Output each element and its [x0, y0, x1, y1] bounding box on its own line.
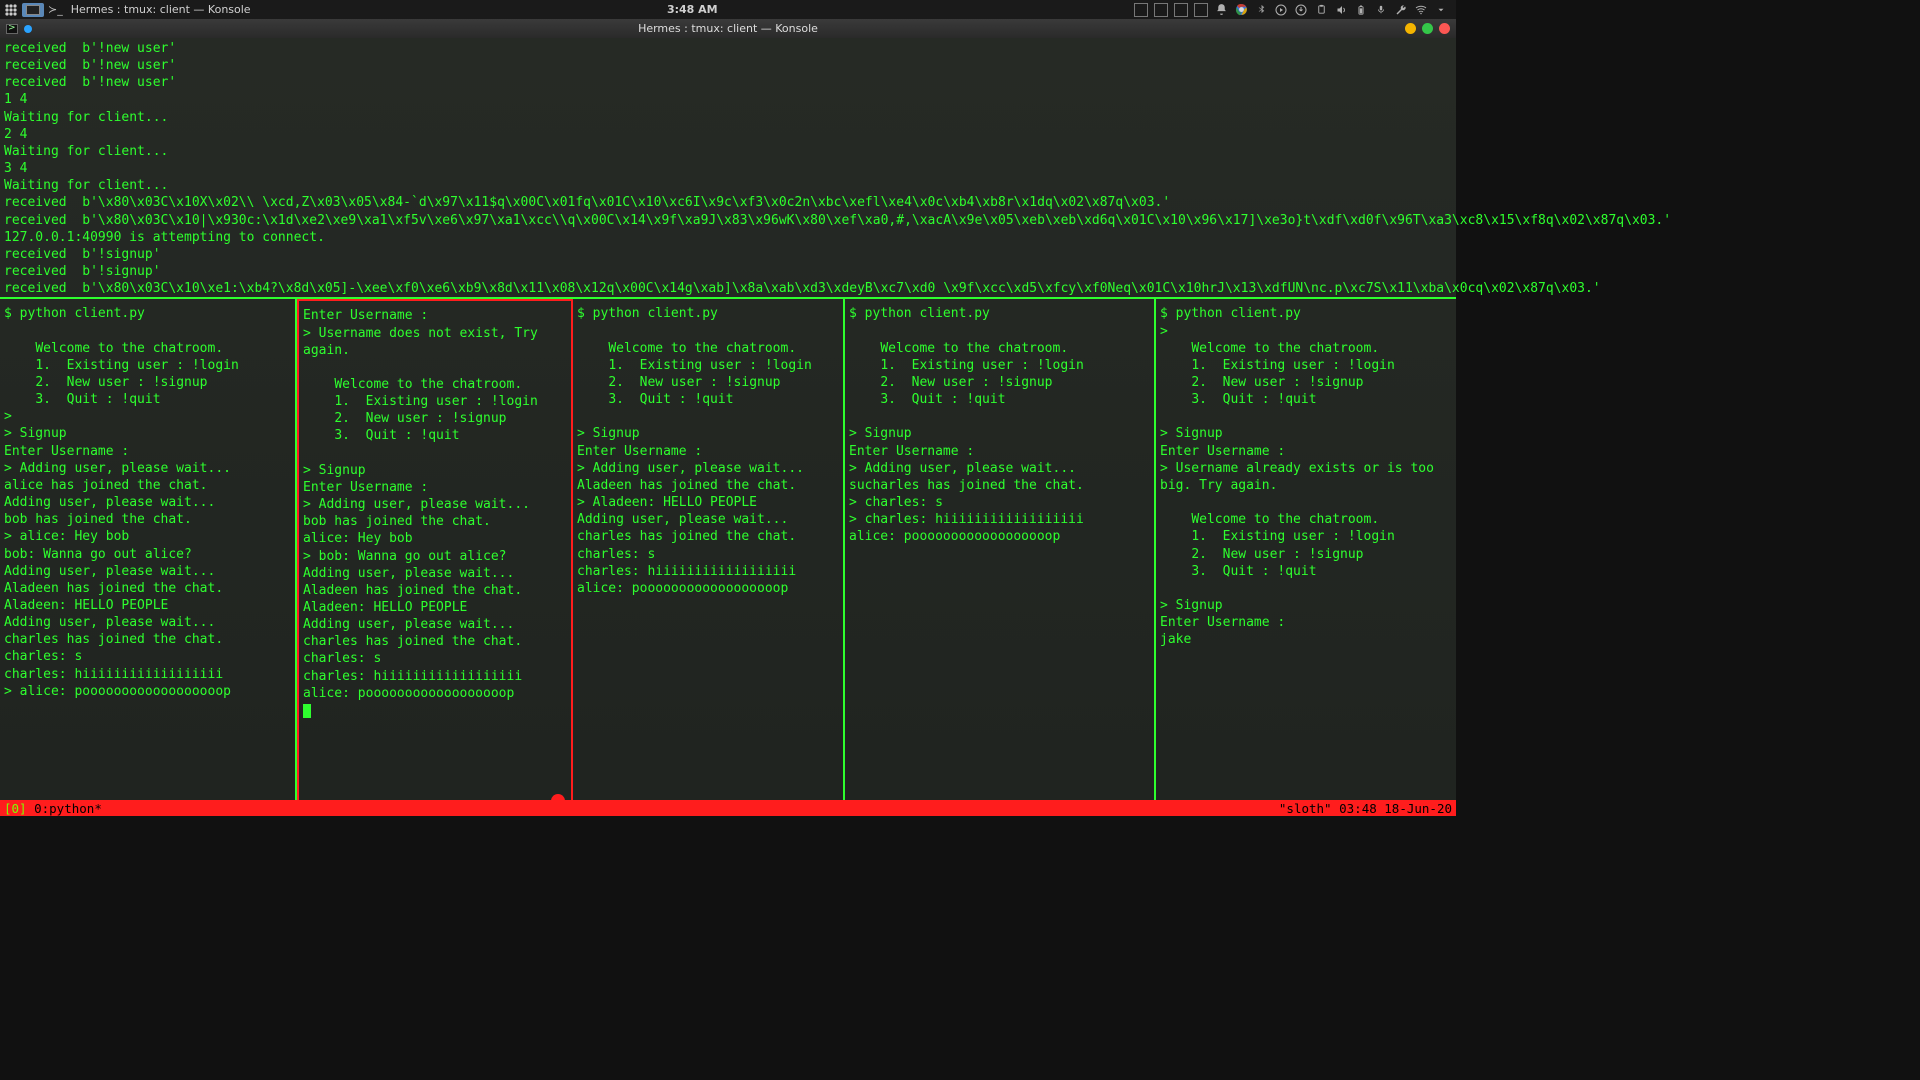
volume-icon[interactable]	[1334, 3, 1348, 17]
tmux-pane-3[interactable]: $ python client.py Welcome to the chatro…	[573, 299, 845, 800]
tmux-pane-4[interactable]: $ python client.py Welcome to the chatro…	[845, 299, 1156, 800]
wifi-icon[interactable]	[1414, 3, 1428, 17]
new-tab-icon[interactable]	[24, 25, 32, 33]
pane-2-content: Enter Username : > Username does not exi…	[303, 308, 546, 700]
chrome-icon[interactable]	[1234, 3, 1248, 17]
taskbar-konsole-icon[interactable]	[22, 3, 44, 17]
tmux-pane-5[interactable]: $ python client.py > Welcome to the chat…	[1156, 299, 1456, 800]
apps-menu-icon[interactable]	[4, 3, 18, 17]
window-title: Hermes : tmux: client — Konsole	[0, 22, 1456, 35]
terminal[interactable]: received b'!new user' received b'!new us…	[0, 38, 1456, 800]
close-button[interactable]	[1439, 23, 1450, 34]
tmux-status-right: "sloth" 03:48 18-Jun-20	[1279, 801, 1452, 816]
konsole-app-icon	[6, 24, 18, 34]
notification-bell-icon[interactable]	[1214, 3, 1228, 17]
workspace-indicator-icon[interactable]	[1174, 3, 1188, 17]
window-titlebar[interactable]: Hermes : tmux: client — Konsole	[0, 19, 1456, 38]
system-clock[interactable]: 3:48 AM	[251, 3, 1134, 16]
system-top-bar: ≻_ Hermes : tmux: client — Konsole 3:48 …	[0, 0, 1456, 19]
cursor-icon	[303, 704, 311, 718]
tmux-pane-2-active[interactable]: Enter Username : > Username does not exi…	[297, 299, 573, 800]
tmux-pane-row: $ python client.py Welcome to the chatro…	[0, 299, 1456, 800]
bluetooth-icon[interactable]	[1254, 3, 1268, 17]
battery-icon[interactable]	[1354, 3, 1368, 17]
maximize-button[interactable]	[1422, 23, 1433, 34]
pane-4-content: $ python client.py Welcome to the chatro…	[849, 306, 1084, 544]
minimize-button[interactable]	[1405, 23, 1416, 34]
workspace-indicator-icon[interactable]	[1154, 3, 1168, 17]
tmux-pane-1[interactable]: $ python client.py Welcome to the chatro…	[0, 299, 297, 800]
workspace-indicator-icon[interactable]	[1134, 3, 1148, 17]
wrench-icon[interactable]	[1394, 3, 1408, 17]
pane-1-content: $ python client.py Welcome to the chatro…	[4, 306, 239, 698]
download-icon[interactable]	[1294, 3, 1308, 17]
server-output-pane[interactable]: received b'!new user' received b'!new us…	[0, 38, 1456, 297]
taskbar-window-title[interactable]: Hermes : tmux: client — Konsole	[71, 3, 251, 16]
window-controls	[1405, 23, 1450, 34]
tmux-session-name: [0]	[4, 801, 34, 816]
workspace-indicator-icon[interactable]	[1194, 3, 1208, 17]
mouse-cursor-icon	[551, 794, 565, 800]
chevron-down-icon[interactable]	[1434, 3, 1448, 17]
microphone-icon[interactable]	[1374, 3, 1388, 17]
pane-5-content: $ python client.py > Welcome to the chat…	[1160, 306, 1442, 647]
pane-3-content: $ python client.py Welcome to the chatro…	[577, 306, 812, 596]
taskbar-konsole-prompt-icon: ≻_	[48, 3, 63, 16]
clipboard-icon[interactable]	[1314, 3, 1328, 17]
tmux-window-name: 0:python*	[34, 801, 102, 816]
tmux-status-bar: [0] 0:python* "sloth" 03:48 18-Jun-20	[0, 800, 1456, 816]
media-play-icon[interactable]	[1274, 3, 1288, 17]
